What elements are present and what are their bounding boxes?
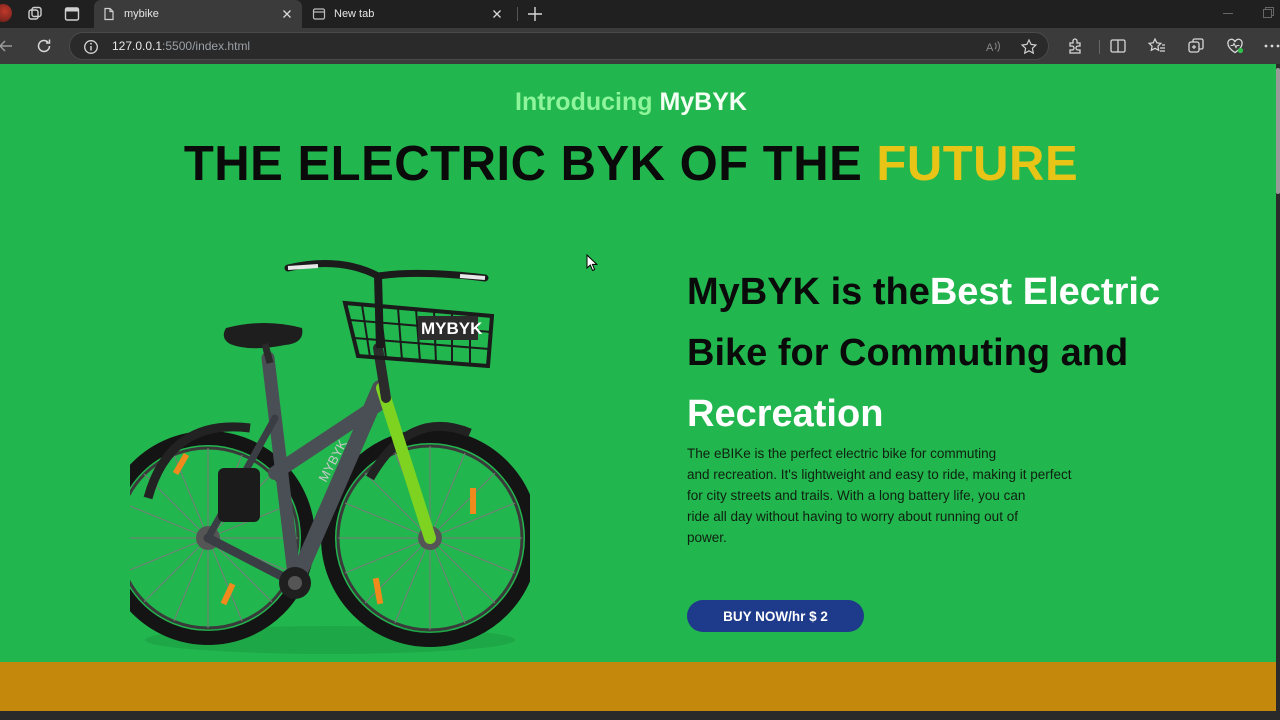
read-aloud-icon[interactable]: A xyxy=(984,38,1002,56)
tagline-heading: MyBYK is theBest Electric Bike for Commut… xyxy=(687,271,1161,435)
tab-new-tab[interactable]: New tab xyxy=(304,0,512,28)
back-arrow-icon[interactable] xyxy=(0,36,16,56)
split-screen-icon[interactable] xyxy=(1108,36,1128,56)
restore-icon[interactable] xyxy=(1261,6,1275,20)
favorites-icon[interactable] xyxy=(1147,36,1167,56)
favorite-star-icon[interactable] xyxy=(1020,38,1038,56)
more-options-icon[interactable] xyxy=(1262,36,1280,56)
page-icon xyxy=(104,7,114,21)
main-headline: THE ELECTRIC BYK OF THE FUTURE xyxy=(183,137,1079,191)
tab-divider xyxy=(517,7,518,21)
basket: MYBYK xyxy=(342,300,495,369)
workspaces-icon[interactable] xyxy=(26,5,44,23)
refresh-icon[interactable] xyxy=(34,36,54,56)
intro-heading: Introducing MyBYK xyxy=(515,88,747,116)
seat xyxy=(223,323,303,349)
mouse-cursor-icon xyxy=(586,254,598,272)
tab-actions-icon[interactable] xyxy=(63,5,81,23)
product-description: The eBIKe is the perfect electric bike f… xyxy=(687,446,1072,545)
toolbar-divider xyxy=(1099,40,1100,54)
tab-title: mybike xyxy=(124,8,159,20)
buy-now-button[interactable]: BUY NOW/hr $ 2 xyxy=(687,600,864,632)
electric-bike-image: MYBYK MYBYK xyxy=(130,260,530,654)
address-bar[interactable]: 127.0.0.1:5500/index.html A xyxy=(69,32,1049,60)
extensions-icon[interactable] xyxy=(1066,36,1086,56)
profile-avatar[interactable] xyxy=(0,4,12,22)
browser-toolbar: 127.0.0.1:5500/index.html A xyxy=(0,28,1280,64)
bike-frame xyxy=(203,343,436,591)
tab-title: New tab xyxy=(334,8,375,20)
browser-essentials-icon[interactable] xyxy=(1225,36,1245,56)
url-text: 127.0.0.1:5500/index.html xyxy=(112,39,251,53)
svg-text:MYBYK: MYBYK xyxy=(421,319,483,338)
close-tab-icon[interactable] xyxy=(280,7,294,21)
collections-icon[interactable] xyxy=(1186,36,1206,56)
close-tab-icon[interactable] xyxy=(490,7,504,21)
footer-band xyxy=(0,662,1276,711)
minimize-icon[interactable] xyxy=(1221,6,1235,20)
webpage: Introducing MyBYK THE ELECTRIC BYK OF TH… xyxy=(0,64,1276,711)
new-tab-plus-icon[interactable] xyxy=(525,4,545,24)
tab-mybike[interactable]: mybike xyxy=(94,0,302,28)
browser-tab-bar: mybike New tab xyxy=(0,0,1280,28)
page-scrollbar-thumb[interactable] xyxy=(1276,68,1280,194)
battery-pack xyxy=(218,468,260,522)
new-tab-page-icon xyxy=(312,8,326,20)
svg-text:A: A xyxy=(986,42,994,54)
site-info-icon[interactable] xyxy=(83,39,99,55)
window-bottom-edge xyxy=(0,711,1280,720)
